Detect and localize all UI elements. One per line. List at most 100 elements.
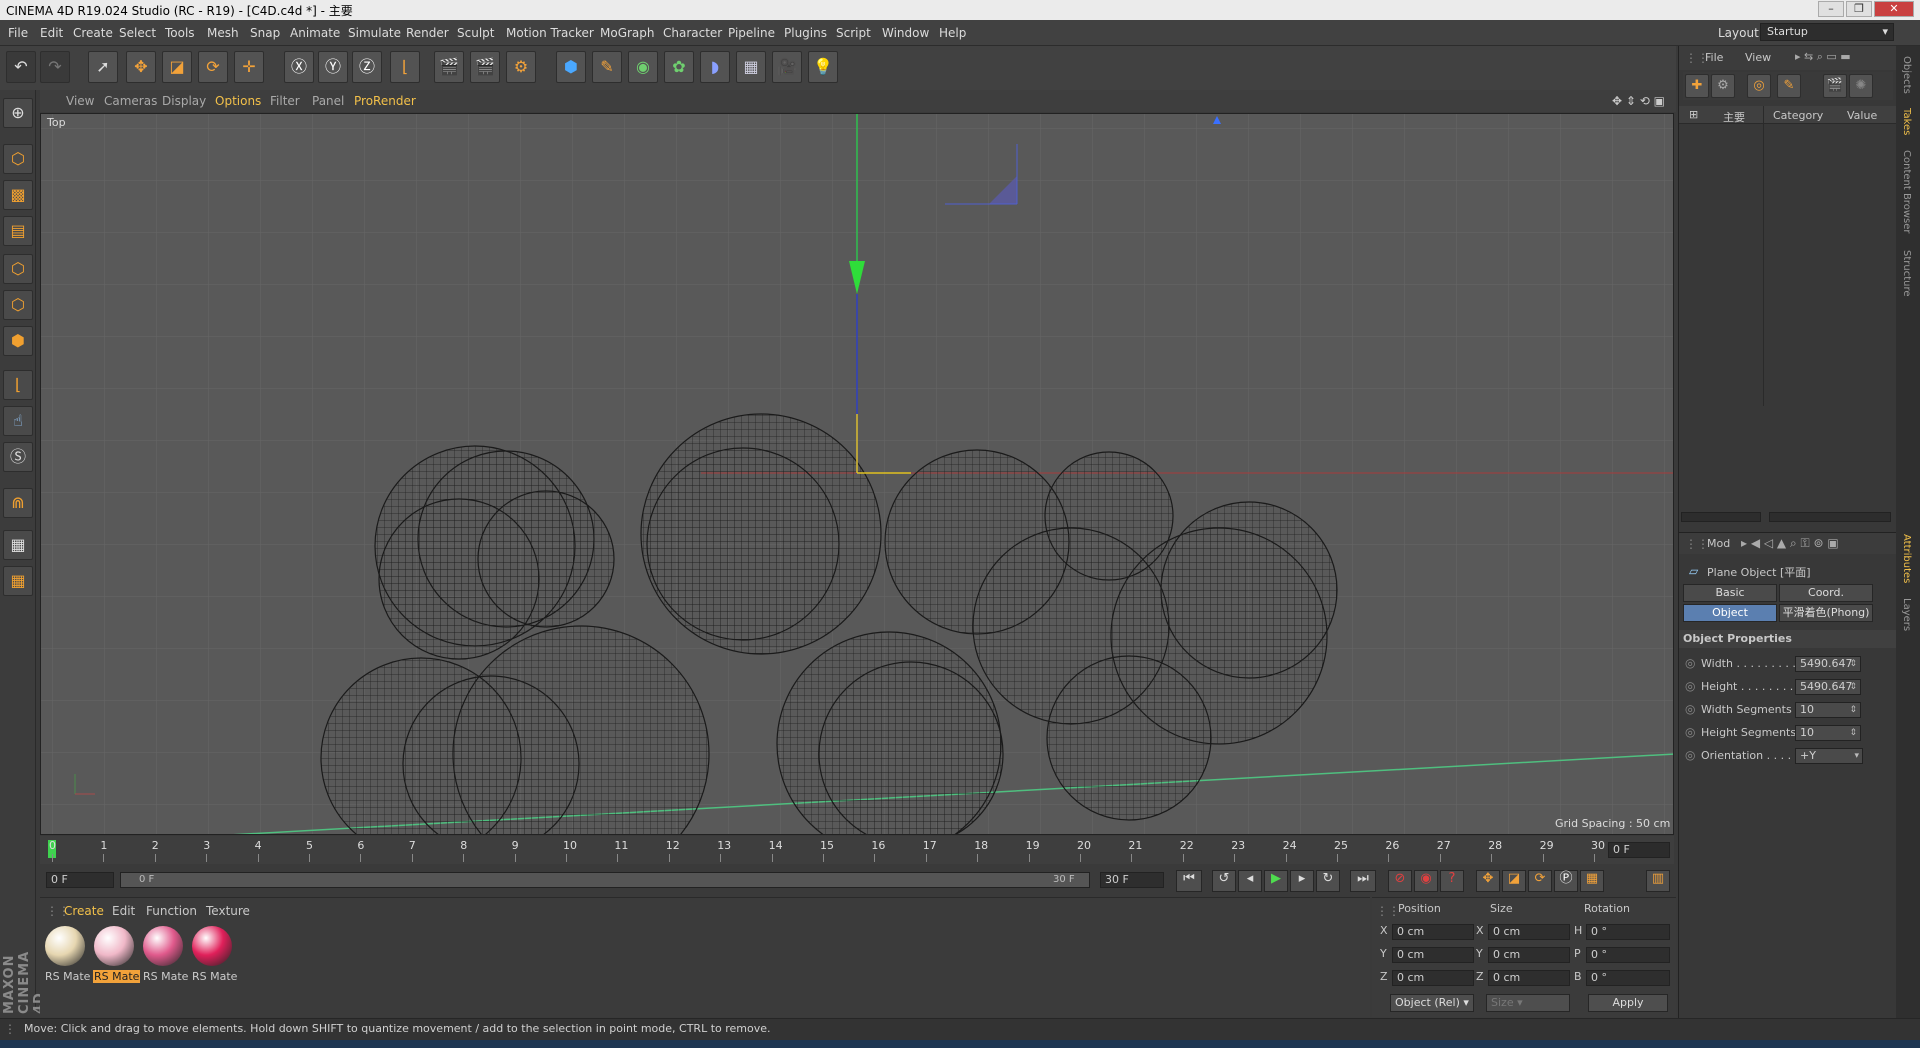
material-swatch[interactable]: RS Mate [91,924,141,988]
viewport-top[interactable]: Top Grid Spacing : 50 cm [40,113,1674,835]
viewport-menu-prorender[interactable]: ProRender [354,94,416,108]
maximize-button[interactable]: ❐ [1846,1,1872,17]
render-picture-viewer-icon[interactable]: 🎬 [470,51,500,83]
size-y-field[interactable]: 0 cm [1488,947,1570,963]
menu-snap[interactable]: Snap [250,26,280,40]
camera-icon[interactable]: 🎥 [772,51,802,83]
menu-plugins[interactable]: Plugins [784,26,827,40]
tab-object[interactable]: Object [1683,604,1777,622]
menu-script[interactable]: Script [836,26,871,40]
close-button[interactable]: ✕ [1874,1,1914,17]
animate-toggle-icon[interactable]: ◎ [1685,679,1695,693]
y-axis-lock-icon[interactable]: Ⓨ [318,51,348,83]
animate-toggle-icon[interactable]: ◎ [1685,656,1695,670]
menu-tools[interactable]: Tools [165,26,195,40]
key-scale-icon[interactable]: ◪ [1502,870,1526,892]
menu-file[interactable]: File [8,26,28,40]
coordinate-system-icon[interactable]: ⌊ [390,51,420,83]
key-rotation-icon[interactable]: ⟳ [1528,870,1552,892]
property-value-field[interactable]: +Y ▾ [1795,748,1863,764]
move-tool-icon[interactable]: ✥ [126,51,156,83]
menu-select[interactable]: Select [119,26,156,40]
takes-scrollbar-right[interactable] [1769,512,1891,522]
next-key-icon[interactable]: ↻ [1316,870,1340,892]
go-to-end-icon[interactable]: ⏭ [1350,870,1376,892]
snap-magnet-icon[interactable]: ⋒ [3,488,33,518]
layout-dropdown[interactable]: Startup ▾ [1760,23,1894,41]
material-menu-edit[interactable]: Edit [112,904,135,918]
x-axis-lock-icon[interactable]: Ⓧ [284,51,314,83]
current-frame-field[interactable]: 0 F [1608,842,1670,858]
side-tab-content-browser[interactable]: Content Browser [1901,150,1912,233]
animate-toggle-icon[interactable]: ◎ [1685,725,1695,739]
pos-z-field[interactable]: 0 cm [1392,970,1474,986]
property-value-field[interactable]: 10 ⇕ [1795,702,1861,718]
take-main-row[interactable]: 主要 [1723,109,1745,125]
solo-icon[interactable]: Ⓢ [3,442,33,472]
property-value-field[interactable]: 5490.647 ⇕ [1795,656,1861,672]
redo-icon[interactable]: ↷ [40,51,70,83]
menu-create[interactable]: Create [73,26,113,40]
menu-help[interactable]: Help [939,26,966,40]
side-tab-objects[interactable]: Objects [1901,56,1912,94]
next-frame-icon[interactable]: ▸ [1290,870,1314,892]
side-tab-takes[interactable]: Takes [1901,108,1912,135]
animate-toggle-icon[interactable]: ◎ [1685,702,1695,716]
viewport-menu-view[interactable]: View [66,94,94,108]
key-position-icon[interactable]: ✥ [1476,870,1500,892]
planar-workplane-icon[interactable]: ▦ [3,566,33,596]
rotate-tool-icon[interactable]: ⟳ [198,51,228,83]
timeline-window-icon[interactable]: ▥ [1646,870,1670,892]
pen-spline-icon[interactable]: ✎ [592,51,622,83]
key-parameter-icon[interactable]: Ⓟ [1554,870,1578,892]
keyframe-selection-icon[interactable]: ? [1440,870,1464,892]
rot-h-field[interactable]: 0 ° [1586,924,1670,940]
live-selection-icon[interactable]: ➚ [88,51,118,83]
subdivision-icon[interactable]: ◉ [628,51,658,83]
tab-coord[interactable]: Coord. [1779,584,1873,602]
material-swatch[interactable]: RS Mate [140,924,188,988]
side-tab-attributes[interactable]: Attributes [1901,534,1912,583]
record-keys-icon[interactable]: ⊘ [1388,870,1412,892]
viewport-menu-panel[interactable]: Panel [312,94,344,108]
array-icon[interactable]: ✿ [664,51,694,83]
pos-x-field[interactable]: 0 cm [1392,924,1474,940]
polygons-mode-icon[interactable]: ⬢ [3,326,33,356]
menu-motion-tracker[interactable]: Motion Tracker [506,26,594,40]
prev-key-icon[interactable]: ↺ [1212,870,1236,892]
material-swatch[interactable]: RS Mate [42,924,90,988]
key-pla-icon[interactable]: ▦ [1580,870,1604,892]
coordinate-mode-dropdown[interactable]: Object (Rel) ▾ [1390,994,1474,1012]
viewport-menu-cameras[interactable]: Cameras [104,94,157,108]
menu-edit[interactable]: Edit [40,26,63,40]
play-icon[interactable]: ▶ [1264,870,1288,892]
min-time-field[interactable]: 0 F [46,872,114,888]
edges-mode-icon[interactable]: ⬡ [3,290,33,320]
scale-tool-icon[interactable]: ◪ [162,51,192,83]
render-view-icon[interactable]: 🎬 [434,51,464,83]
menu-simulate[interactable]: Simulate [348,26,401,40]
light-icon[interactable]: 💡 [808,51,838,83]
tab-phong[interactable]: 平滑着色(Phong) [1779,604,1873,622]
autokey-icon[interactable]: ◉ [1414,870,1438,892]
new-take-icon[interactable]: ✚ [1685,74,1709,98]
property-value-field[interactable]: 10 ⇕ [1795,725,1861,741]
viewport-menu-display[interactable]: Display [162,94,206,108]
material-menu-texture[interactable]: Texture [206,904,250,918]
lock-workplane-icon[interactable]: ▦ [3,530,33,560]
apply-button[interactable]: Apply [1588,994,1668,1012]
minimize-button[interactable]: – [1818,1,1844,17]
material-menu-function[interactable]: Function [146,904,197,918]
workplane-icon[interactable]: ▤ [3,216,33,246]
pos-y-field[interactable]: 0 cm [1392,947,1474,963]
undo-icon[interactable]: ↶ [6,51,36,83]
axis-mode-icon[interactable]: ⌊ [3,370,33,400]
deformer-icon[interactable]: ◗ [700,51,730,83]
max-time-field[interactable]: 30 F [1100,872,1164,888]
side-tab-layers[interactable]: Layers [1901,598,1912,631]
render-take-icon[interactable]: 🎬 [1823,74,1847,98]
take-overrides-icon[interactable]: ✎ [1777,74,1801,98]
points-mode-icon[interactable]: ⬡ [3,254,33,284]
side-tab-structure[interactable]: Structure [1901,250,1912,297]
take-filter-icon[interactable]: ✺ [1849,74,1873,98]
